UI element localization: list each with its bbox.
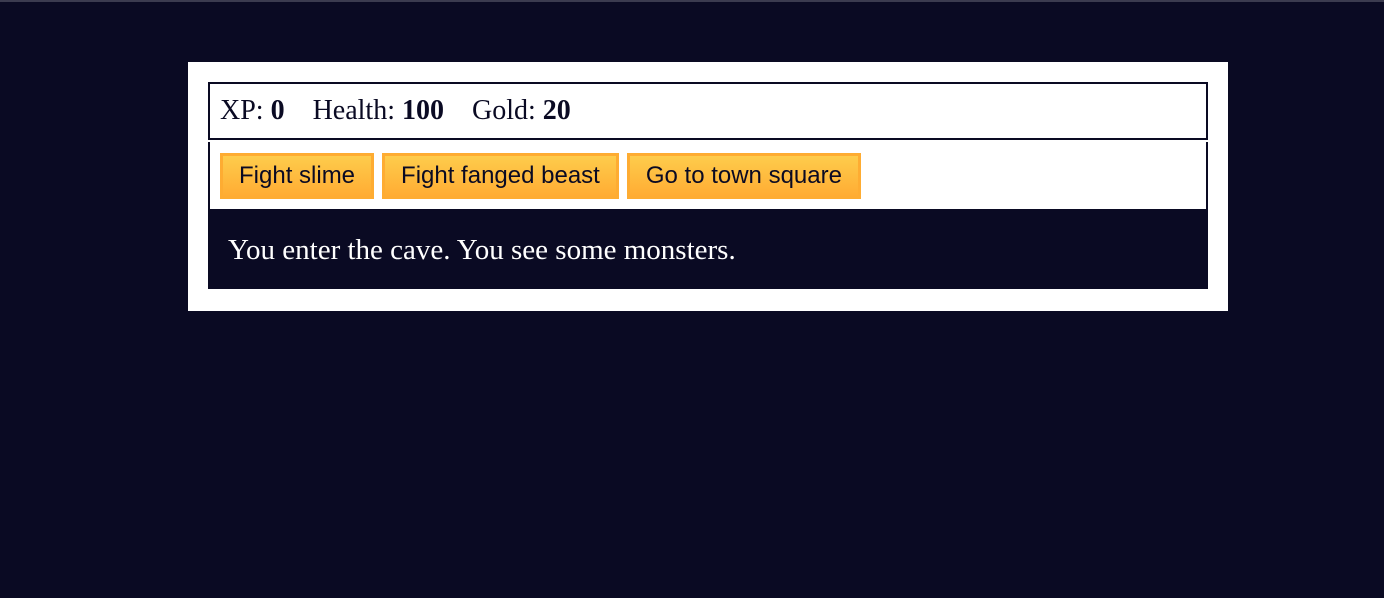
go-to-town-square-button[interactable]: Go to town square <box>626 152 861 199</box>
xp-label: XP: <box>220 95 264 126</box>
health-value: 100 <box>402 95 444 126</box>
xp-value: 0 <box>270 95 285 126</box>
gold-label: Gold: <box>472 95 536 126</box>
gold-stat: Gold: 20 <box>472 95 571 127</box>
window-top-border <box>0 0 1384 2</box>
message-text: You enter the cave. You see some monster… <box>228 233 736 266</box>
fight-slime-button[interactable]: Fight slime <box>220 152 375 199</box>
game-container: XP: 0 Health: 100 Gold: 20 Fight slime F… <box>188 62 1228 311</box>
health-stat: Health: 100 <box>313 95 444 127</box>
fight-fanged-beast-button[interactable]: Fight fanged beast <box>382 152 619 199</box>
xp-stat: XP: 0 <box>220 95 285 127</box>
stats-bar: XP: 0 Health: 100 Gold: 20 <box>208 82 1208 140</box>
gold-value: 20 <box>542 95 571 126</box>
controls-bar: Fight slime Fight fanged beast Go to tow… <box>208 142 1208 211</box>
message-panel: You enter the cave. You see some monster… <box>208 211 1208 289</box>
health-label: Health: <box>312 95 395 126</box>
